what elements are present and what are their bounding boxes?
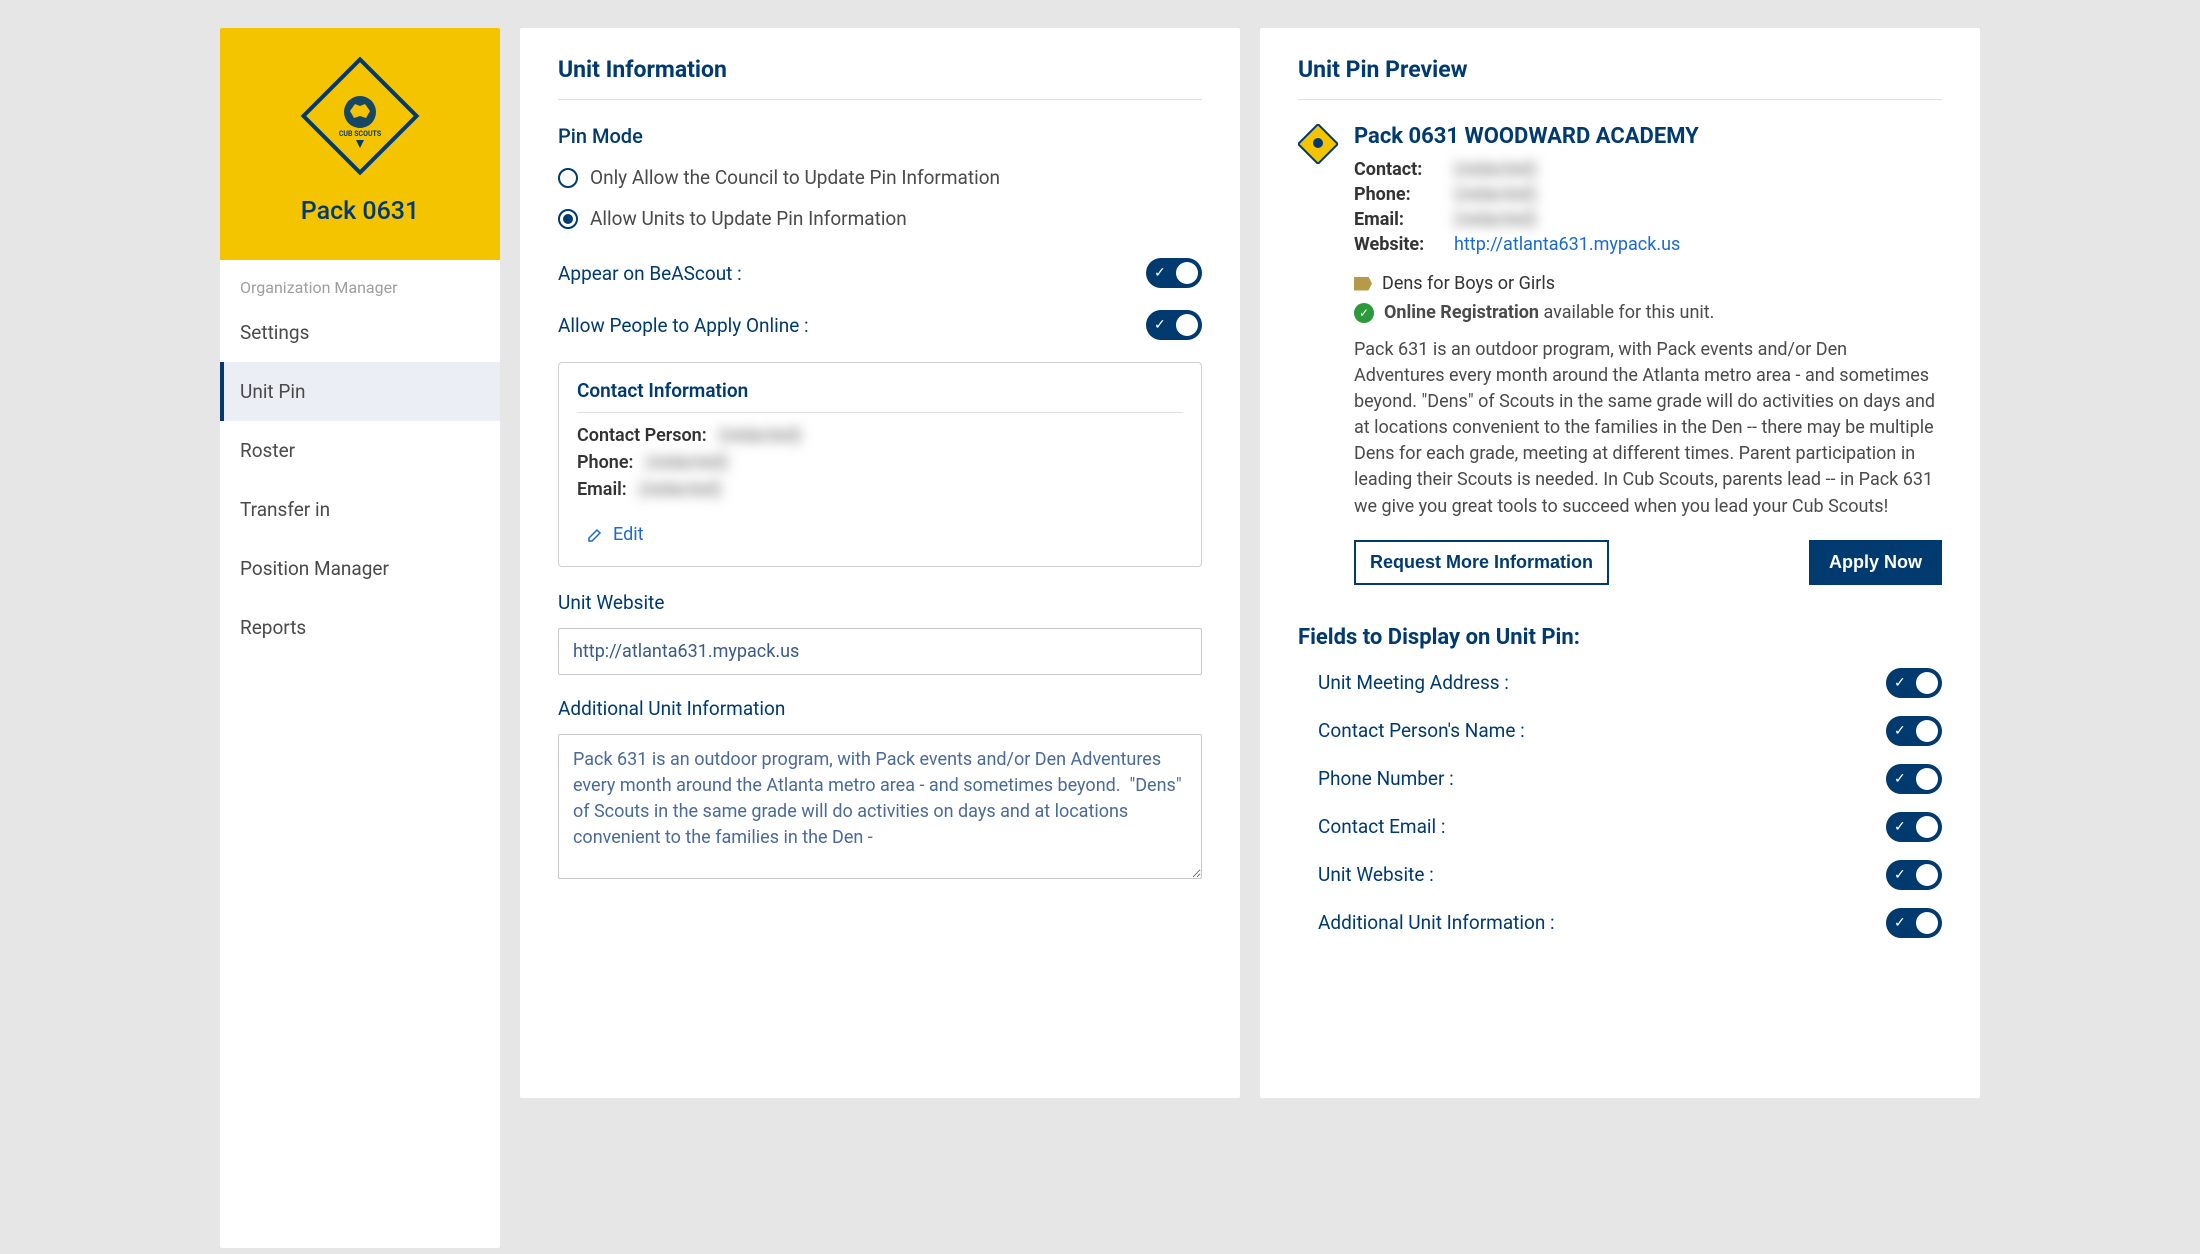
contact-person-value: (redacted) — [719, 425, 802, 446]
preview-website-link[interactable]: http://atlanta631.mypack.us — [1454, 234, 1680, 255]
field-toggle-label: Contact Email : — [1318, 815, 1445, 838]
field-toggle-label: Unit Meeting Address : — [1318, 671, 1509, 694]
sidebar-item-position-manager[interactable]: Position Manager — [220, 539, 500, 598]
additional-info-textarea[interactable]: Pack 631 is an outdoor program, with Pac… — [558, 734, 1202, 879]
preview-unit-title: Pack 0631 WOODWARD ACADEMY — [1354, 124, 1942, 149]
field-toggle-label: Unit Website : — [1318, 863, 1434, 886]
field-toggle-label: Contact Person's Name : — [1318, 719, 1525, 742]
cub-scouts-logo-small — [1298, 124, 1338, 164]
unit-information-panel: Unit Information Pin Mode Only Allow the… — [520, 28, 1240, 1098]
field-toggle-row: Contact Person's Name : ✓ — [1298, 716, 1942, 746]
allow-apply-online-label: Allow People to Apply Online : — [558, 314, 809, 337]
sidebar-item-roster[interactable]: Roster — [220, 421, 500, 480]
sidebar-item-transfer-in[interactable]: Transfer in — [220, 480, 500, 539]
field-display-toggle[interactable]: ✓ — [1886, 812, 1942, 842]
appear-on-beascout-label: Appear on BeAScout : — [558, 262, 742, 285]
email-value: (redacted) — [639, 479, 722, 500]
check-icon: ✓ — [1154, 317, 1166, 333]
additional-info-label: Additional Unit Information — [558, 697, 1202, 720]
sidebar-item-unit-pin[interactable]: Unit Pin — [220, 362, 500, 421]
field-toggle-row: Unit Website : ✓ — [1298, 860, 1942, 890]
edit-contact-button[interactable]: Edit — [587, 524, 643, 545]
sidebar-brand: CUB SCOUTS Pack 0631 — [220, 28, 500, 260]
field-display-toggle[interactable]: ✓ — [1886, 716, 1942, 746]
field-display-toggle[interactable]: ✓ — [1886, 908, 1942, 938]
field-toggle-label: Additional Unit Information : — [1318, 911, 1555, 934]
preview-heading: Unit Pin Preview — [1298, 56, 1942, 100]
sidebar-item-reports[interactable]: Reports — [220, 598, 500, 657]
check-icon: ✓ — [1894, 915, 1906, 931]
radio-allow-units[interactable]: Allow Units to Update Pin Information — [558, 207, 1202, 230]
radio-label: Only Allow the Council to Update Pin Inf… — [590, 166, 1000, 189]
online-registration-status: Online Registration available for this u… — [1384, 302, 1714, 323]
check-circle-icon: ✓ — [1354, 303, 1374, 323]
unit-pin-preview-panel: Unit Pin Preview Pack 0631 WOODWARD ACAD… — [1260, 28, 1980, 1098]
appear-on-beascout-toggle[interactable]: ✓ — [1146, 258, 1202, 288]
pin-mode-label: Pin Mode — [558, 124, 1202, 148]
check-icon: ✓ — [1894, 723, 1906, 739]
preview-contact-value: (redacted) — [1454, 159, 1537, 180]
contact-info-heading: Contact Information — [577, 379, 1183, 413]
check-icon: ✓ — [1894, 771, 1906, 787]
pack-title: Pack 0631 — [230, 197, 490, 226]
email-label: Email: — [577, 479, 627, 500]
preview-phone-value: (redacted) — [1454, 184, 1537, 205]
radio-icon — [558, 168, 578, 188]
pencil-icon — [587, 527, 603, 543]
fields-to-display-heading: Fields to Display on Unit Pin: — [1298, 625, 1942, 650]
preview-email-value: (redacted) — [1454, 209, 1537, 230]
allow-apply-online-toggle[interactable]: ✓ — [1146, 310, 1202, 340]
contact-info-card: Contact Information Contact Person: (reda… — [558, 362, 1202, 567]
phone-label: Phone: — [577, 452, 633, 473]
preview-email-label: Email: — [1354, 209, 1442, 230]
field-toggle-label: Phone Number : — [1318, 767, 1454, 790]
tag-icon — [1354, 277, 1372, 291]
unit-info-heading: Unit Information — [558, 56, 1202, 100]
check-icon: ✓ — [1894, 675, 1906, 691]
sidebar-section-label: Organization Manager — [220, 260, 500, 303]
request-more-info-button[interactable]: Request More Information — [1354, 540, 1609, 585]
field-display-toggle[interactable]: ✓ — [1886, 860, 1942, 890]
edit-label: Edit — [613, 524, 643, 545]
field-toggle-row: Unit Meeting Address : ✓ — [1298, 668, 1942, 698]
preview-website-label: Website: — [1354, 234, 1442, 255]
preview-contact-label: Contact: — [1354, 159, 1442, 180]
check-icon: ✓ — [1154, 265, 1166, 281]
contact-person-label: Contact Person: — [577, 425, 707, 446]
dens-text: Dens for Boys or Girls — [1382, 273, 1555, 294]
preview-phone-label: Phone: — [1354, 184, 1442, 205]
radio-council-only[interactable]: Only Allow the Council to Update Pin Inf… — [558, 166, 1202, 189]
check-icon: ✓ — [1894, 867, 1906, 883]
sidebar: CUB SCOUTS Pack 0631 Organization Manage… — [220, 28, 500, 1248]
apply-now-button[interactable]: Apply Now — [1809, 540, 1942, 585]
field-display-toggle[interactable]: ✓ — [1886, 668, 1942, 698]
radio-label: Allow Units to Update Pin Information — [590, 207, 907, 230]
field-display-toggle[interactable]: ✓ — [1886, 764, 1942, 794]
field-toggle-row: Contact Email : ✓ — [1298, 812, 1942, 842]
cub-scouts-logo: CUB SCOUTS — [300, 56, 420, 176]
unit-website-label: Unit Website — [558, 591, 1202, 614]
field-toggle-row: Additional Unit Information : ✓ — [1298, 908, 1942, 938]
unit-website-input[interactable] — [558, 628, 1202, 675]
radio-icon — [558, 209, 578, 229]
phone-value: (redacted) — [645, 452, 728, 473]
svg-text:CUB SCOUTS: CUB SCOUTS — [339, 130, 382, 138]
field-toggle-row: Phone Number : ✓ — [1298, 764, 1942, 794]
sidebar-item-settings[interactable]: Settings — [220, 303, 500, 362]
check-icon: ✓ — [1894, 819, 1906, 835]
unit-description: Pack 631 is an outdoor program, with Pac… — [1354, 337, 1942, 520]
